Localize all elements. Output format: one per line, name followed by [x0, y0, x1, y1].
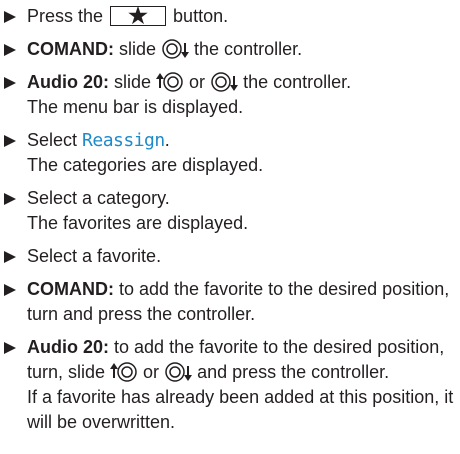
step-text: slide: [114, 39, 162, 59]
bullet-icon: [4, 77, 16, 89]
bullet-icon: [4, 135, 16, 147]
step-label: COMAND:: [27, 279, 114, 299]
step-audio20-add-favorite: Audio 20: to add the favorite to the des…: [4, 335, 460, 435]
step-text: slide: [109, 72, 157, 92]
instruction-list: Press the ★ button. COMAND: slide the co…: [0, 0, 460, 435]
step-text: and press the controller.: [192, 362, 390, 382]
step-select-favorite: Select a favorite.: [4, 244, 460, 269]
controller-slide-up-icon: [156, 71, 184, 93]
step-result: The favorites are displayed.: [27, 213, 249, 233]
step-text: or: [138, 362, 165, 382]
step-select-category: Select a category. The favorites are dis…: [4, 186, 460, 236]
step-label: COMAND:: [27, 39, 114, 59]
bullet-icon: [4, 11, 16, 23]
step-result: The categories are displayed.: [27, 155, 264, 175]
step-text: Press the: [27, 6, 109, 26]
bullet-icon: [4, 251, 16, 263]
bullet-icon: [4, 342, 16, 354]
step-result: If a favorite has already been added at …: [27, 387, 454, 432]
step-label: Audio 20:: [27, 337, 110, 357]
menu-item-reassign: Reassign: [82, 130, 165, 151]
star-key-icon: ★: [110, 4, 167, 26]
step-text: Select: [27, 130, 83, 150]
controller-slide-down-icon: [210, 71, 239, 93]
step-text: or: [184, 72, 211, 92]
step-label: Audio 20:: [27, 72, 110, 92]
step-text: Select a category.: [27, 188, 170, 208]
bullet-icon: [4, 284, 16, 296]
step-text: .: [164, 130, 170, 150]
controller-slide-up-icon: [110, 361, 138, 383]
bullet-icon: [4, 44, 16, 56]
step-text: Select a favorite.: [27, 246, 162, 266]
step-result: The menu bar is displayed.: [27, 97, 244, 117]
step-text: the controller.: [189, 39, 303, 59]
step-text: button.: [168, 6, 229, 26]
step-command-slide: COMAND: slide the controller.: [4, 37, 460, 62]
step-command-add-favorite: COMAND: to add the favorite to the desir…: [4, 277, 460, 327]
bullet-icon: [4, 193, 16, 205]
controller-slide-down-icon: [161, 38, 190, 60]
step-press-star-button: Press the ★ button.: [4, 4, 460, 29]
controller-slide-down-icon: [164, 361, 193, 383]
step-text: the controller.: [238, 72, 352, 92]
step-select-reassign: Select Reassign. The categories are disp…: [4, 128, 460, 178]
step-audio20-slide: Audio 20: slide or the controller. The m…: [4, 70, 460, 120]
